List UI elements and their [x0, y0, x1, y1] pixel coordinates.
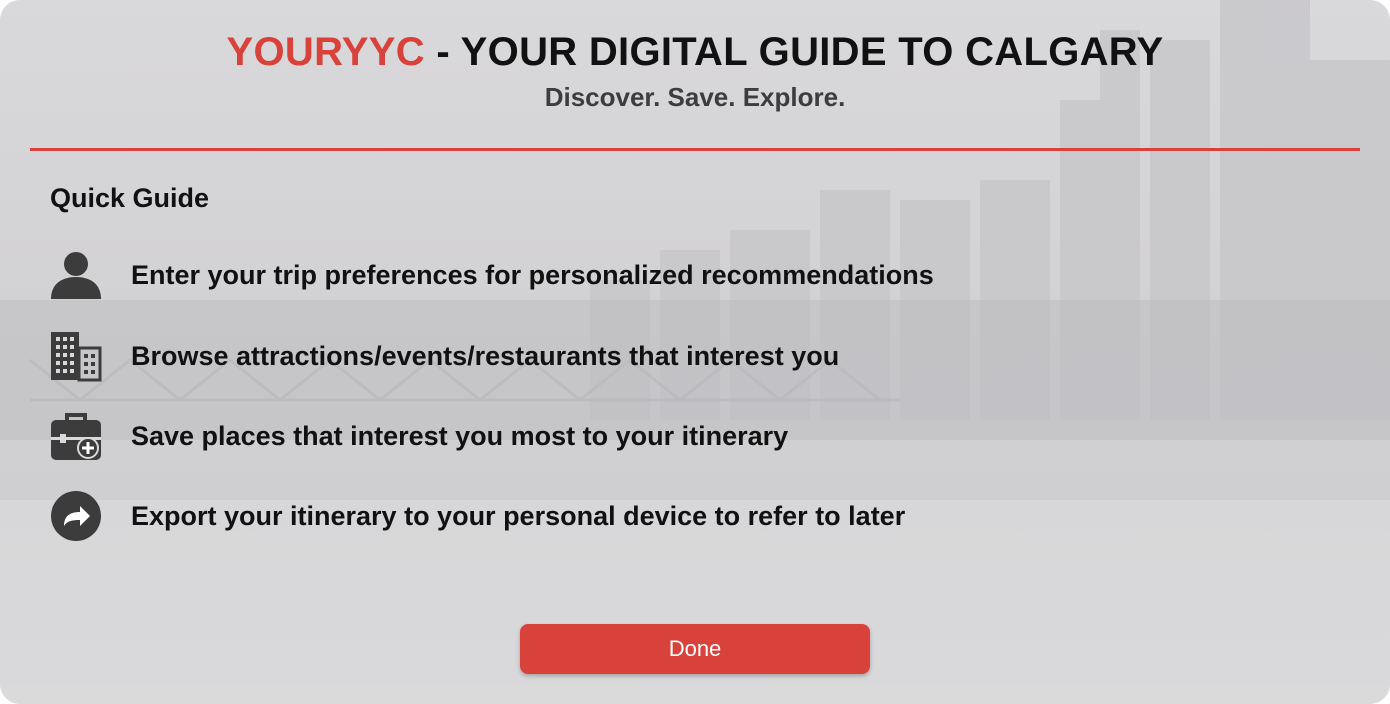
- title-text: - YOUR DIGITAL GUIDE TO CALGARY: [424, 30, 1164, 74]
- quick-guide-dialog: YOURYYC - YOUR DIGITAL GUIDE TO CALGARY …: [0, 0, 1390, 704]
- building-icon: [50, 330, 102, 382]
- step-text: Enter your trip preferences for personal…: [131, 259, 934, 290]
- step-text: Save places that interest you most to yo…: [131, 420, 789, 451]
- guide-step-preferences: Enter your trip preferences for personal…: [50, 249, 934, 301]
- done-button[interactable]: Done: [520, 624, 870, 674]
- header-divider: [30, 148, 1360, 151]
- guide-step-save: Save places that interest you most to yo…: [50, 410, 788, 462]
- app-title: YOURYYC - YOUR DIGITAL GUIDE TO CALGARY: [0, 30, 1390, 75]
- brand-name: YOURYYC: [226, 30, 425, 74]
- guide-step-browse: Browse attractions/events/restaurants th…: [50, 330, 839, 382]
- person-icon: [50, 249, 102, 301]
- share-arrow-icon: [50, 490, 102, 542]
- step-text: Export your itinerary to your personal d…: [131, 500, 906, 531]
- quick-guide-heading: Quick Guide: [50, 183, 210, 213]
- step-text: Browse attractions/events/restaurants th…: [131, 340, 840, 371]
- app-subtitle: Discover. Save. Explore.: [544, 82, 846, 112]
- guide-step-export: Export your itinerary to your personal d…: [50, 490, 905, 542]
- briefcase-add-icon: [50, 410, 102, 462]
